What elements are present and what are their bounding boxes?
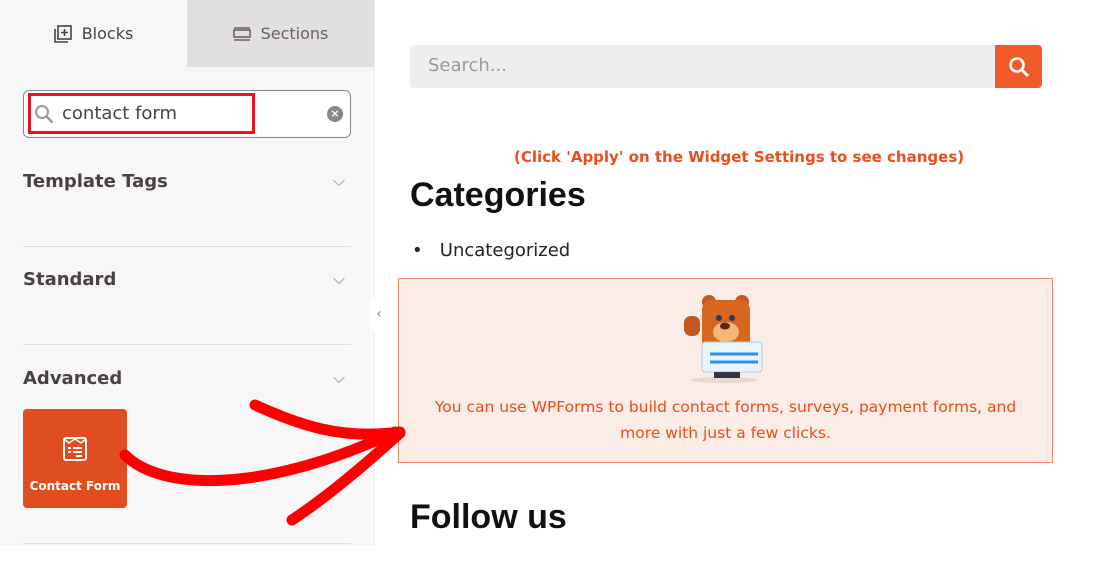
chevron-down-icon: ⌵: [332, 269, 345, 288]
divider: [23, 344, 351, 345]
contact-form-block[interactable]: Contact Form: [23, 409, 127, 508]
group-label: Standard: [23, 269, 117, 290]
block-label: Contact Form: [29, 479, 121, 493]
chevron-down-icon: ⌵: [332, 368, 345, 387]
apply-notice: (Click 'Apply' on the Widget Settings to…: [514, 148, 965, 166]
search-icon: [35, 105, 54, 124]
search-icon: [1009, 57, 1030, 78]
collapse-sidebar-button[interactable]: ‹: [370, 297, 388, 331]
search-button[interactable]: [995, 45, 1042, 88]
form-icon: [63, 437, 87, 461]
sections-icon: [232, 26, 251, 41]
chevron-down-icon: ⌵: [332, 171, 345, 190]
group-template-tags[interactable]: Template Tags ⌵: [23, 171, 351, 192]
divider: [23, 246, 351, 247]
wpforms-notice: You can use WPForms to build contact for…: [398, 278, 1053, 463]
categories-heading: Categories: [410, 176, 586, 214]
wpforms-message: You can use WPForms to build contact for…: [434, 398, 1017, 442]
group-label: Template Tags: [23, 171, 168, 192]
tab-label: Blocks: [81, 24, 134, 43]
search-value: contact form: [62, 103, 178, 124]
wpforms-bear-logo: [684, 295, 763, 383]
divider: [23, 543, 351, 544]
block-search-input[interactable]: contact form ×: [23, 90, 351, 138]
group-label: Advanced: [23, 368, 123, 389]
widget-search-input[interactable]: Search...: [410, 45, 995, 88]
tab-label: Sections: [260, 24, 329, 43]
clear-icon[interactable]: ×: [327, 106, 343, 122]
tab-sections[interactable]: Sections: [187, 0, 374, 67]
search-placeholder: Search...: [428, 55, 508, 76]
tab-blocks[interactable]: Blocks: [0, 0, 187, 67]
sidebar: Blocks Sections contact form × Template …: [0, 0, 375, 545]
category-label: Uncategorized: [439, 240, 571, 261]
category-item[interactable]: • Uncategorized: [412, 240, 570, 261]
group-standard[interactable]: Standard ⌵: [23, 269, 351, 290]
add-block-icon: [53, 24, 72, 43]
sidebar-tabs: Blocks Sections: [0, 0, 374, 67]
follow-us-heading: Follow us: [410, 498, 567, 536]
group-advanced[interactable]: Advanced ⌵: [23, 368, 351, 389]
